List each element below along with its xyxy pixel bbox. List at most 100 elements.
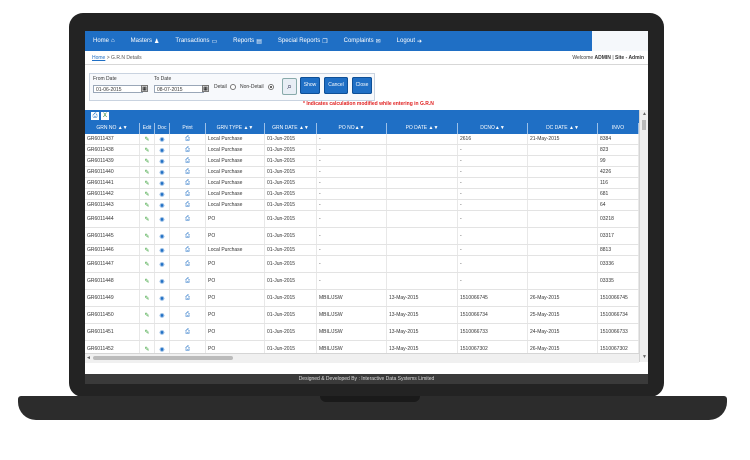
vertical-scrollbar[interactable]: ▲ ▼ — [639, 110, 648, 362]
view-doc-icon[interactable]: ◉ — [159, 295, 164, 302]
edit-pencil-icon[interactable]: ✎ — [144, 169, 149, 176]
row-print-icon[interactable]: ⎙ — [185, 191, 190, 198]
row-print-icon[interactable]: ⎙ — [185, 233, 190, 240]
view-doc-icon[interactable]: ◉ — [159, 180, 164, 187]
table-row[interactable]: GR6011450 ✎ ◉ ⎙ PO 01-Jun-2015 MBIL/JSW 13-May-… — [85, 307, 639, 324]
table-row[interactable]: GR6011444 ✎ ◉ ⎙ PO 01-Jun-2015- -03218 — [85, 211, 639, 228]
row-print-icon[interactable]: ⎙ — [185, 346, 190, 353]
row-print-icon[interactable]: ⎙ — [185, 158, 190, 165]
nav-item-reports[interactable]: Reports ▤ — [225, 38, 270, 45]
table-row[interactable]: GR6011449 ✎ ◉ ⎙ PO 01-Jun-2015 MBIL/JSW 13-May-… — [85, 290, 639, 307]
edit-pencil-icon[interactable]: ✎ — [144, 191, 149, 198]
edit-pencil-icon[interactable]: ✎ — [144, 346, 149, 353]
table-row[interactable]: GR6011442 ✎ ◉ ⎙ Local Purchase 01-Jun-2015- -6… — [85, 189, 639, 200]
edit-pencil-icon[interactable]: ✎ — [144, 261, 149, 268]
scroll-down-icon[interactable]: ▼ — [642, 354, 647, 360]
row-print-icon[interactable]: ⎙ — [185, 295, 190, 302]
column-header[interactable]: GRN TYPE ▲▼ — [206, 123, 265, 134]
edit-pencil-icon[interactable]: ✎ — [144, 233, 149, 240]
row-print-icon[interactable]: ⎙ — [185, 261, 190, 268]
nav-item-transactions[interactable]: Transactions ▭ — [167, 38, 225, 45]
nav-item-home[interactable]: Home ⌂ — [85, 38, 123, 44]
to-calendar-icon[interactable]: ▦ — [202, 85, 209, 92]
view-doc-icon[interactable]: ◉ — [159, 233, 164, 240]
excel-icon[interactable]: X — [101, 112, 109, 120]
table-row[interactable]: GR6011439 ✎ ◉ ⎙ Local Purchase 01-Jun-2015- -9… — [85, 156, 639, 167]
column-header[interactable]: GRN DATE ▲▼ — [265, 123, 317, 134]
edit-pencil-icon[interactable]: ✎ — [144, 247, 149, 254]
table-row[interactable]: GR6011443 ✎ ◉ ⎙ Local Purchase 01-Jun-2015- -6… — [85, 200, 639, 211]
close-button[interactable]: Close — [352, 77, 372, 94]
table-row[interactable]: GR6011446 ✎ ◉ ⎙ Local Purchase 01-Jun-2015- -8… — [85, 245, 639, 256]
show-button[interactable]: Show — [300, 77, 320, 94]
row-print-icon[interactable]: ⎙ — [185, 278, 190, 285]
print-icon[interactable]: ⎙ — [91, 112, 99, 120]
row-print-icon[interactable]: ⎙ — [185, 147, 190, 154]
column-header[interactable]: INVO — [598, 123, 639, 134]
to-date-input[interactable]: 08-07-2015 — [154, 85, 204, 93]
edit-pencil-icon[interactable]: ✎ — [144, 295, 149, 302]
row-print-icon[interactable]: ⎙ — [185, 202, 190, 209]
edit-pencil-icon[interactable]: ✎ — [144, 216, 149, 223]
from-date-input[interactable]: 01-06-2015 — [93, 85, 143, 93]
scroll-up-icon[interactable]: ▲ — [642, 111, 647, 117]
view-doc-icon[interactable]: ◉ — [159, 261, 164, 268]
row-print-icon[interactable]: ⎙ — [185, 169, 190, 176]
table-row[interactable]: GR6011448 ✎ ◉ ⎙ PO 01-Jun-2015- -03335 — [85, 273, 639, 290]
cancel-button[interactable]: Cancel — [324, 77, 348, 94]
breadcrumb-home-link[interactable]: Home — [92, 55, 105, 61]
nav-item-masters[interactable]: Masters ♟ — [123, 38, 168, 45]
edit-pencil-icon[interactable]: ✎ — [144, 180, 149, 187]
view-doc-icon[interactable]: ◉ — [159, 136, 164, 143]
view-doc-icon[interactable]: ◉ — [159, 216, 164, 223]
edit-pencil-icon[interactable]: ✎ — [144, 329, 149, 336]
row-print-icon[interactable]: ⎙ — [185, 180, 190, 187]
vertical-scroll-thumb[interactable] — [642, 120, 646, 130]
edit-pencil-icon[interactable]: ✎ — [144, 278, 149, 285]
edit-pencil-icon[interactable]: ✎ — [144, 158, 149, 165]
table-row[interactable]: GR6011445 ✎ ◉ ⎙ PO 01-Jun-2015- -03317 — [85, 228, 639, 245]
column-header[interactable]: PO DATE ▲▼ — [387, 123, 458, 134]
column-header[interactable]: DC DATE ▲▼ — [528, 123, 598, 134]
scroll-left-icon[interactable]: ◄ — [86, 355, 91, 361]
column-header: Edit — [140, 123, 155, 134]
row-print-icon[interactable]: ⎙ — [185, 247, 190, 254]
column-header[interactable]: DCNO▲▼ — [458, 123, 528, 134]
dc-no-cell: - — [458, 228, 528, 244]
from-calendar-icon[interactable]: ▦ — [141, 85, 148, 92]
view-doc-icon[interactable]: ◉ — [159, 158, 164, 165]
nav-item-logout[interactable]: Logout ➔ — [389, 38, 430, 45]
column-header[interactable]: GRN NO ▲▼ — [85, 123, 140, 134]
view-doc-icon[interactable]: ◉ — [159, 191, 164, 198]
table-row[interactable]: GR6011438 ✎ ◉ ⎙ Local Purchase 01-Jun-2015- -8… — [85, 145, 639, 156]
view-doc-icon[interactable]: ◉ — [159, 169, 164, 176]
edit-pencil-icon[interactable]: ✎ — [144, 312, 149, 319]
detail-radio[interactable] — [230, 84, 236, 90]
row-print-icon[interactable]: ⎙ — [185, 312, 190, 319]
row-print-icon[interactable]: ⎙ — [185, 216, 190, 223]
view-doc-icon[interactable]: ◉ — [159, 346, 164, 353]
view-doc-icon[interactable]: ◉ — [159, 329, 164, 336]
nav-item-special-reports[interactable]: Special Reports ❐ — [270, 38, 336, 45]
edit-pencil-icon[interactable]: ✎ — [144, 147, 149, 154]
edit-pencil-icon[interactable]: ✎ — [144, 136, 149, 143]
view-doc-icon[interactable]: ◉ — [159, 147, 164, 154]
table-row[interactable]: GR6011451 ✎ ◉ ⎙ PO 01-Jun-2015 MBIL/JSW 13-May-… — [85, 324, 639, 341]
table-row[interactable]: GR6011447 ✎ ◉ ⎙ PO 01-Jun-2015- -03336 — [85, 256, 639, 273]
horizontal-scroll-thumb[interactable] — [93, 356, 233, 360]
column-header[interactable]: PO NO▲▼ — [317, 123, 387, 134]
view-doc-icon[interactable]: ◉ — [159, 247, 164, 254]
table-row[interactable]: GR6011440 ✎ ◉ ⎙ Local Purchase 01-Jun-2015- -4… — [85, 167, 639, 178]
search-icon[interactable]: ⌕ — [282, 78, 297, 95]
row-print-icon[interactable]: ⎙ — [185, 329, 190, 336]
row-print-icon[interactable]: ⎙ — [185, 136, 190, 143]
view-doc-icon[interactable]: ◉ — [159, 312, 164, 319]
view-doc-icon[interactable]: ◉ — [159, 278, 164, 285]
horizontal-scrollbar[interactable]: ◄ — [85, 353, 639, 363]
edit-pencil-icon[interactable]: ✎ — [144, 202, 149, 209]
view-doc-icon[interactable]: ◉ — [159, 202, 164, 209]
table-row[interactable]: GR6011437 ✎ ◉ ⎙ Local Purchase 01-Jun-2015- 26… — [85, 134, 639, 145]
nav-item-complaints[interactable]: Complaints ✉ — [336, 38, 389, 45]
non-detail-radio[interactable] — [268, 84, 274, 90]
table-row[interactable]: GR6011441 ✎ ◉ ⎙ Local Purchase 01-Jun-2015- -1… — [85, 178, 639, 189]
